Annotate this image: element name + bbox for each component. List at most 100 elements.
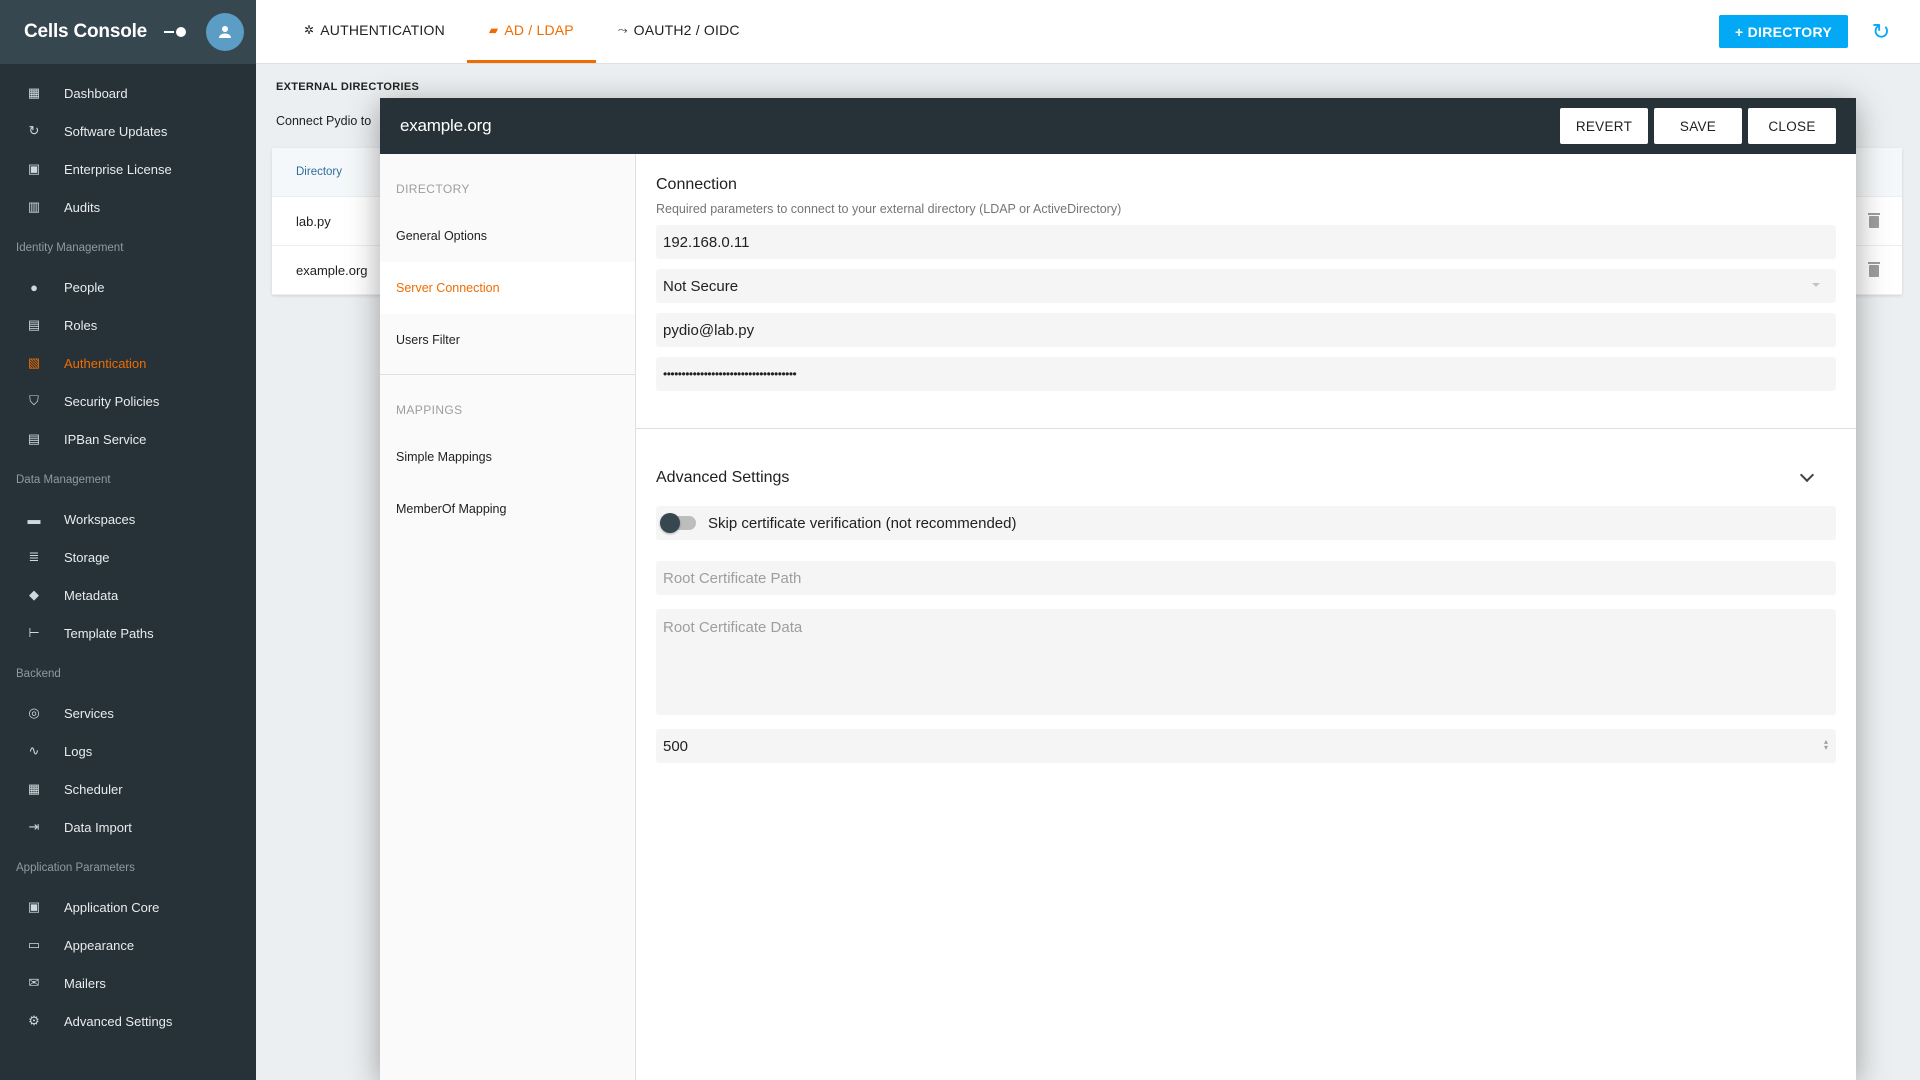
shield-icon: ⛉ <box>29 393 39 408</box>
sidebar-header: Cells Console <box>0 0 256 64</box>
password-input[interactable]: •••••••••••••••••••••••••••••••••••• <box>656 357 1836 391</box>
menu-item-users-filter[interactable]: Users Filter <box>380 314 635 366</box>
advanced-title: Advanced Settings <box>656 469 790 486</box>
tab-label: OAUTH2 / OIDC <box>633 22 740 38</box>
sidebar-item-label: Mailers <box>64 975 106 991</box>
sidebar-item-label: Scheduler <box>64 781 123 797</box>
ipban-icon: ▤ <box>27 431 41 446</box>
top-bar: ✲ AUTHENTICATION ▰ AD / LDAP ⤳ OAUTH2 / … <box>256 0 1920 64</box>
sidebar-item-authentication[interactable]: ▧ Authentication <box>0 344 256 382</box>
sidebar-item-appearance[interactable]: ▭ Appearance <box>0 926 256 964</box>
sidebar-nav: ▦ Dashboard ↻ Software Updates ▣ Enterprise L… <box>0 64 256 1040</box>
user-avatar[interactable] <box>206 13 244 51</box>
sidebar-toggle-icon[interactable] <box>164 26 186 38</box>
pulse-icon: ∿ <box>28 743 40 758</box>
tab-bar: ✲ AUTHENTICATION ▰ AD / LDAP ⤳ OAUTH2 / … <box>256 0 762 63</box>
sidebar-item-enterprise-license[interactable]: ▣ Enterprise License <box>0 150 256 188</box>
gear-icon: ✲ <box>304 23 315 37</box>
sidebar-item-metadata[interactable]: ◆ Metadata <box>0 576 256 614</box>
bind-dn-value: pydio@lab.py <box>663 321 755 339</box>
core-icon: ▣ <box>27 899 41 914</box>
sidebar-item-software-updates[interactable]: ↻ Software Updates <box>0 112 256 150</box>
sidebar-item-security-policies[interactable]: ⛉ Security Policies <box>0 382 256 420</box>
sidebar-item-roles[interactable]: ▤ Roles <box>0 306 256 344</box>
dashboard-icon: ▦ <box>27 85 41 100</box>
storage-icon: ≣ <box>28 549 40 564</box>
sidebar-item-label: Software Updates <box>64 123 168 139</box>
dialog-form: Connection Required parameters to connec… <box>636 154 1856 1080</box>
sidebar-item-workspaces[interactable]: ▬ Workspaces <box>0 500 256 538</box>
tab-label: AD / LDAP <box>504 22 574 38</box>
tab-ad-ldap[interactable]: ▰ AD / LDAP <box>466 0 596 63</box>
section-description: Connect Pydio to <box>276 114 372 128</box>
sidebar-item-logs[interactable]: ∿ Logs <box>0 732 256 770</box>
security-select[interactable]: Not Secure <box>656 269 1836 303</box>
sidebar-section-title: Application Parameters <box>16 862 135 874</box>
tab-authentication[interactable]: ✲ AUTHENTICATION <box>282 0 467 63</box>
sidebar-section-title: Data Management <box>16 474 111 486</box>
monitor-icon: ▭ <box>27 937 41 952</box>
sidebar-item-label: Security Policies <box>64 393 160 409</box>
roles-icon: ▤ <box>27 317 41 332</box>
chevron-down-icon[interactable] <box>1799 467 1815 483</box>
bind-dn-input[interactable]: pydio@lab.py <box>656 313 1836 347</box>
sidebar-item-scheduler[interactable]: ▦ Scheduler <box>0 770 256 808</box>
connection-title: Connection <box>656 176 737 193</box>
sidebar-item-dashboard[interactable]: ▦ Dashboard <box>0 74 256 112</box>
folder-icon: ▰ <box>488 23 499 37</box>
page-size-input[interactable]: 500 ▴ ▾ <box>656 729 1836 763</box>
switch-knob <box>660 513 680 533</box>
root-cert-data-textarea[interactable]: Root Certificate Data <box>656 609 1836 715</box>
root-cert-path-input[interactable]: Root Certificate Path <box>656 561 1836 595</box>
divider <box>636 428 1856 429</box>
sidebar-section-title: Backend <box>16 668 61 680</box>
update-icon: ↻ <box>28 123 40 138</box>
chevron-down-icon <box>1812 283 1820 287</box>
user-icon <box>219 26 231 38</box>
advanced-header[interactable]: Advanced Settings <box>656 466 1836 490</box>
menu-item-simple-mappings[interactable]: Simple Mappings <box>380 431 635 483</box>
dialog-header: example.org REVERT SAVE CLOSE <box>380 98 1856 154</box>
tab-oauth2-oidc[interactable]: ⤳ OAUTH2 / OIDC <box>596 0 762 63</box>
directory-name: lab.py <box>296 213 331 229</box>
refresh-icon[interactable]: ↻ <box>1870 20 1892 43</box>
close-button[interactable]: CLOSE <box>1748 108 1836 144</box>
menu-item-server-connection[interactable]: Server Connection <box>380 262 635 314</box>
add-directory-button[interactable]: + DIRECTORY <box>1718 15 1848 48</box>
delete-icon[interactable] <box>1868 262 1880 277</box>
menu-section-mappings: MAPPINGS <box>396 403 463 417</box>
sidebar-item-label: Storage <box>64 549 110 565</box>
sidebar-item-audits[interactable]: ▥ Audits <box>0 188 256 226</box>
menu-item-memberof-mapping[interactable]: MemberOf Mapping <box>380 483 635 535</box>
section-title: EXTERNAL DIRECTORIES <box>276 81 420 93</box>
sidebar-item-label: Enterprise License <box>64 161 172 177</box>
sidebar-item-services[interactable]: ◎ Services <box>0 694 256 732</box>
sidebar-item-people[interactable]: ● People <box>0 268 256 306</box>
skip-verify-toggle-row[interactable]: Skip certificate verification (not recom… <box>656 506 1836 540</box>
sidebar-item-ipban-service[interactable]: ▤ IPBan Service <box>0 420 256 458</box>
sidebar-item-label: Application Core <box>64 899 160 915</box>
menu-item-general-options[interactable]: General Options <box>380 210 635 262</box>
sidebar-item-advanced-settings[interactable]: ⚙ Advanced Settings <box>0 1002 256 1040</box>
tags-icon: ◆ <box>29 587 39 602</box>
revert-button[interactable]: REVERT <box>1560 108 1648 144</box>
sidebar-item-mailers[interactable]: ✉ Mailers <box>0 964 256 1002</box>
host-input[interactable]: 192.168.0.11 <box>656 225 1836 259</box>
sidebar-item-label: Services <box>64 705 114 721</box>
skip-verify-switch[interactable] <box>660 513 696 533</box>
sidebar-item-application-core[interactable]: ▣ Application Core <box>0 888 256 926</box>
tree-icon: ⊢ <box>28 625 40 640</box>
save-button[interactable]: SAVE <box>1654 108 1742 144</box>
top-actions: + DIRECTORY ↻ <box>1718 0 1920 63</box>
sidebar-item-label: Data Import <box>64 819 132 835</box>
oauth-icon: ⤳ <box>617 22 628 37</box>
delete-icon[interactable] <box>1868 213 1880 228</box>
page-size-value: 500 <box>663 737 689 755</box>
sidebar-item-label: Audits <box>64 199 101 215</box>
sidebar-item-label: Workspaces <box>64 511 136 527</box>
sidebar-item-template-paths[interactable]: ⊢ Template Paths <box>0 614 256 652</box>
sidebar-item-data-import[interactable]: ⇥ Data Import <box>0 808 256 846</box>
directory-name: example.org <box>296 262 368 278</box>
sidebar-item-storage[interactable]: ≣ Storage <box>0 538 256 576</box>
stepper-icon[interactable]: ▴ ▾ <box>1824 738 1828 752</box>
